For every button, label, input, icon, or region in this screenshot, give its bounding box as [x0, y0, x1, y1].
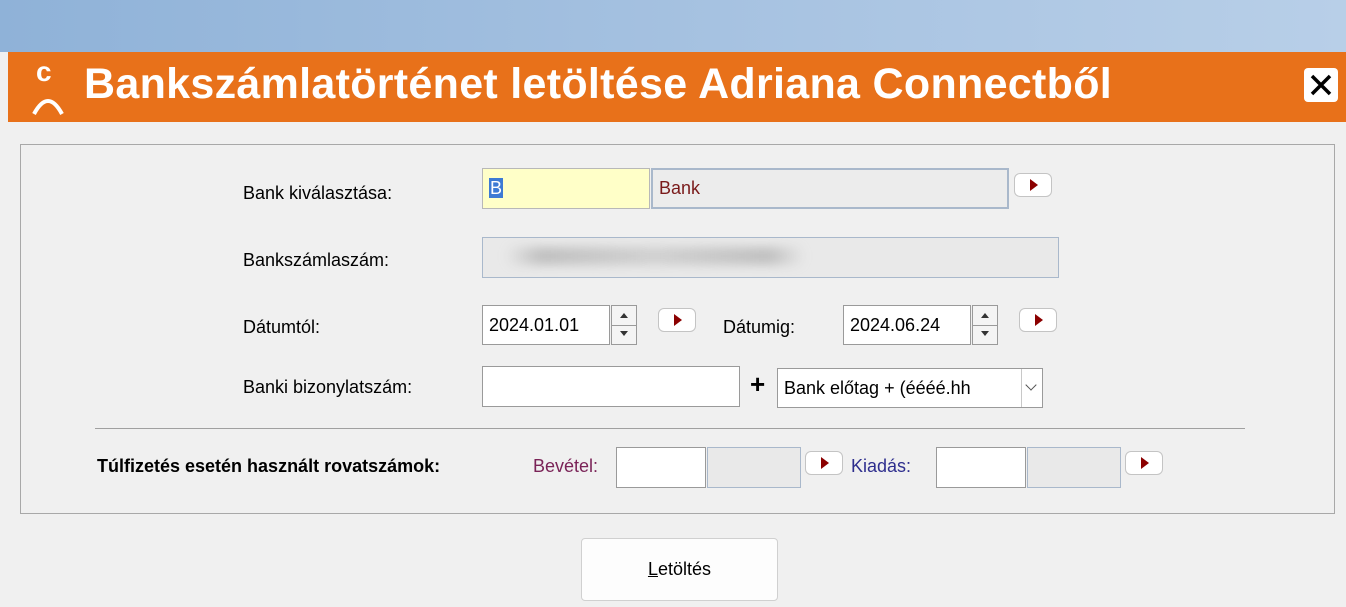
account-number-field: [482, 237, 1059, 278]
prefix-select[interactable]: Bank előtag + (éééé.hh: [777, 368, 1043, 408]
bank-code-input[interactable]: B: [482, 168, 650, 209]
close-icon: [1310, 74, 1332, 96]
expense-code-input[interactable]: [936, 447, 1026, 488]
chevron-down-icon[interactable]: [1021, 369, 1042, 407]
income-lookup-button[interactable]: [805, 451, 843, 475]
income-label: Bevétel:: [533, 456, 599, 476]
date-from-label: Dátumtól:: [243, 317, 321, 337]
arrow-right-icon: [1030, 179, 1038, 191]
account-label: Bankszámlaszám:: [243, 250, 390, 270]
download-button[interactable]: Letöltés: [581, 538, 778, 601]
expense-lookup-button[interactable]: [1125, 451, 1163, 475]
date-from-picker-button[interactable]: [658, 308, 696, 332]
window-top-bar: [0, 0, 1346, 52]
logo-letter: c: [36, 56, 52, 87]
stepper-up-icon[interactable]: [612, 306, 636, 326]
dialog-title-bar: c Bankszámlatörténet letöltése Adriana C…: [8, 52, 1346, 122]
dialog-title: Bankszámlatörténet letöltése Adriana Con…: [84, 60, 1113, 108]
plus-sign: +: [750, 369, 766, 399]
settings-panel: Bank kiválasztása: B Bank Bankszámlaszám…: [20, 144, 1335, 514]
bank-code-value: B: [489, 178, 504, 198]
divider: [95, 428, 1245, 429]
stepper-up-icon[interactable]: [973, 306, 997, 326]
download-label: etöltés: [657, 559, 712, 579]
expense-name-field: [1027, 447, 1121, 488]
date-from-stepper[interactable]: [611, 305, 637, 345]
arrow-right-icon: [821, 457, 829, 469]
bank-lookup-button[interactable]: [1014, 173, 1052, 197]
close-button[interactable]: [1304, 68, 1338, 102]
redacted-account-number: [505, 247, 805, 265]
income-code-input[interactable]: [616, 447, 706, 488]
overpay-label: Túlfizetés esetén használt rovatszámok:: [97, 456, 441, 476]
income-name-field: [707, 447, 801, 488]
download-hotkey: L: [647, 559, 658, 579]
arrow-right-icon: [1035, 314, 1043, 326]
date-to-label: Dátumig:: [723, 317, 796, 337]
bank-label: Bank kiválasztása:: [243, 183, 393, 203]
date-from-input[interactable]: 2024.01.01: [482, 305, 610, 345]
app-logo-icon: c: [30, 56, 66, 116]
stepper-down-icon[interactable]: [973, 325, 997, 344]
date-to-picker-button[interactable]: [1019, 308, 1057, 332]
prefix-select-value: Bank előtag + (éééé.hh: [784, 378, 971, 398]
arrow-right-icon: [674, 314, 682, 326]
doc-number-label: Banki bizonylatszám:: [243, 377, 413, 397]
arrow-right-icon: [1141, 457, 1149, 469]
date-to-input[interactable]: 2024.06.24: [843, 305, 971, 345]
expense-label: Kiadás:: [851, 456, 912, 476]
date-to-stepper[interactable]: [972, 305, 998, 345]
doc-number-input[interactable]: [482, 366, 740, 407]
stepper-down-icon[interactable]: [612, 325, 636, 344]
bank-name-field: Bank: [651, 168, 1009, 209]
